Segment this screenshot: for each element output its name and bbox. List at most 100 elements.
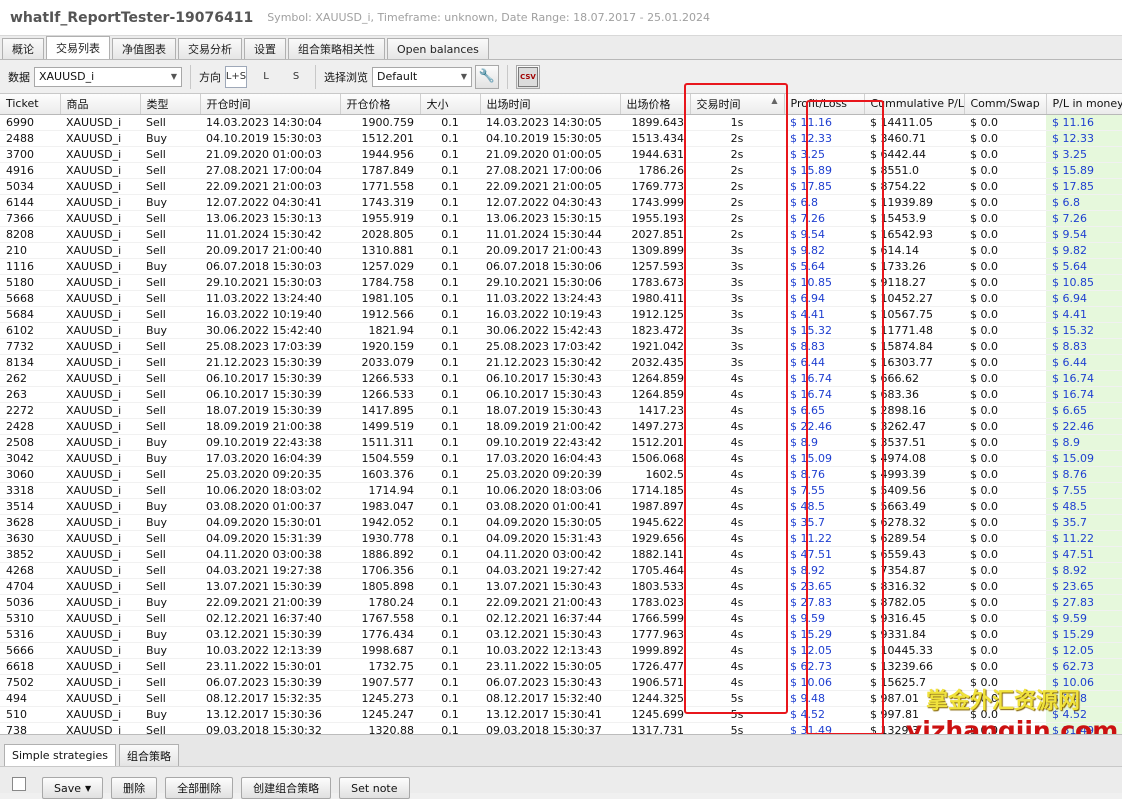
cell-ticket: 8134 xyxy=(0,354,60,370)
table-row[interactable]: 6990XAUUSD_iSell14.03.2023 14:30:041900.… xyxy=(0,114,1122,130)
cell-ticket: 510 xyxy=(0,706,60,722)
column-header-close-time[interactable]: 出场时间 xyxy=(480,94,620,114)
column-header-profit-loss[interactable]: Profit/Loss xyxy=(784,94,864,114)
cell-duration: 4s xyxy=(690,562,784,578)
cell-symbol: XAUUSD_i xyxy=(60,178,140,194)
cell-duration: 4s xyxy=(690,626,784,642)
table-row[interactable]: 7732XAUUSD_iSell25.08.2023 17:03:391920.… xyxy=(0,338,1122,354)
cell-profit-loss: $ 47.51 xyxy=(784,546,864,562)
table-row[interactable]: 3630XAUUSD_iSell04.09.2020 15:31:391930.… xyxy=(0,530,1122,546)
cell-cumulative-pl: $ 6559.43 xyxy=(864,546,964,562)
cell-symbol: XAUUSD_i xyxy=(60,546,140,562)
column-header-symbol[interactable]: 商品 xyxy=(60,94,140,114)
cell-size: 0.1 xyxy=(420,418,480,434)
table-row[interactable]: 3852XAUUSD_iSell04.11.2020 03:00:381886.… xyxy=(0,546,1122,562)
column-header-comm-swap[interactable]: Comm/Swap xyxy=(964,94,1046,114)
delete-all-button[interactable]: 全部删除 xyxy=(165,777,233,799)
table-row[interactable]: 1116XAUUSD_iBuy06.07.2018 15:30:031257.0… xyxy=(0,258,1122,274)
tab-open-balances[interactable]: Open balances xyxy=(387,38,489,59)
cell-open-price: 1907.577 xyxy=(340,674,420,690)
cell-cumulative-pl: $ 16303.77 xyxy=(864,354,964,370)
cell-duration: 4s xyxy=(690,594,784,610)
cell-close-price: 1921.042 xyxy=(620,338,690,354)
table-row[interactable]: 4916XAUUSD_iSell27.08.2021 17:00:041787.… xyxy=(0,162,1122,178)
cell-size: 0.1 xyxy=(420,706,480,722)
view-select[interactable]: Default ▼ xyxy=(372,67,472,87)
sort-ascending-icon[interactable]: ▲ xyxy=(771,96,777,105)
table-row[interactable]: 3628XAUUSD_iBuy04.09.2020 15:30:011942.0… xyxy=(0,514,1122,530)
table-row[interactable]: 2428XAUUSD_iSell18.09.2019 21:00:381499.… xyxy=(0,418,1122,434)
cell-ticket: 3700 xyxy=(0,146,60,162)
table-row[interactable]: 5666XAUUSD_iBuy10.03.2022 12:13:391998.6… xyxy=(0,642,1122,658)
tab-overview[interactable]: 概论 xyxy=(2,38,44,59)
table-row[interactable]: 2488XAUUSD_iBuy04.10.2019 15:30:031512.2… xyxy=(0,130,1122,146)
cell-profit-loss: $ 4.52 xyxy=(784,706,864,722)
tab-equity-chart[interactable]: 净值图表 xyxy=(112,38,176,59)
cell-ticket: 738 xyxy=(0,722,60,734)
column-header-size[interactable]: 大小 xyxy=(420,94,480,114)
cell-open-price: 1983.047 xyxy=(340,498,420,514)
table-row[interactable]: 6144XAUUSD_iBuy12.07.2022 04:30:411743.3… xyxy=(0,194,1122,210)
tab-trade-analysis[interactable]: 交易分析 xyxy=(178,38,242,59)
table-row[interactable]: 5036XAUUSD_iBuy22.09.2021 21:00:391780.2… xyxy=(0,594,1122,610)
cell-profit-loss: $ 8.92 xyxy=(784,562,864,578)
direction-long-button[interactable]: L xyxy=(255,66,277,88)
column-header-open-time[interactable]: 开仓时间 xyxy=(200,94,340,114)
tab-portfolio-strategies[interactable]: 组合策略 xyxy=(119,744,179,766)
column-header-close-price[interactable]: 出场价格 xyxy=(620,94,690,114)
cell-type: Buy xyxy=(140,706,200,722)
tab-portfolio-correlation[interactable]: 组合策略相关性 xyxy=(288,38,385,59)
column-header-duration[interactable]: 交易时间▲ xyxy=(690,94,784,114)
table-row[interactable]: 3318XAUUSD_iSell10.06.2020 18:03:021714.… xyxy=(0,482,1122,498)
table-row[interactable]: 5668XAUUSD_iSell11.03.2022 13:24:401981.… xyxy=(0,290,1122,306)
table-row[interactable]: 3700XAUUSD_iSell21.09.2020 01:00:031944.… xyxy=(0,146,1122,162)
table-row[interactable]: 5034XAUUSD_iSell22.09.2021 21:00:031771.… xyxy=(0,178,1122,194)
table-row[interactable]: 7366XAUUSD_iSell13.06.2023 15:30:131955.… xyxy=(0,210,1122,226)
tab-settings[interactable]: 设置 xyxy=(244,38,286,59)
cell-cumulative-pl: $ 14411.05 xyxy=(864,114,964,130)
table-row[interactable]: 263XAUUSD_iSell06.10.2017 15:30:391266.5… xyxy=(0,386,1122,402)
cell-cumulative-pl: $ 15874.84 xyxy=(864,338,964,354)
column-header-cumulative-pl[interactable]: Cummulative P/L xyxy=(864,94,964,114)
table-row[interactable]: 3514XAUUSD_iBuy03.08.2020 01:00:371983.0… xyxy=(0,498,1122,514)
table-row[interactable]: 6618XAUUSD_iSell23.11.2022 15:30:011732.… xyxy=(0,658,1122,674)
tab-simple-strategies[interactable]: Simple strategies xyxy=(4,744,116,766)
wrench-button[interactable]: 🔧 xyxy=(475,65,499,89)
delete-button[interactable]: 删除 xyxy=(111,777,157,799)
table-row[interactable]: 3060XAUUSD_iSell25.03.2020 09:20:351603.… xyxy=(0,466,1122,482)
column-header-type[interactable]: 类型 xyxy=(140,94,200,114)
export-csv-button[interactable]: CSV xyxy=(516,65,540,89)
table-row[interactable]: 5316XAUUSD_iBuy03.12.2021 15:30:391776.4… xyxy=(0,626,1122,642)
tab-trade-list[interactable]: 交易列表 xyxy=(46,36,110,59)
table-row[interactable]: 8208XAUUSD_iSell11.01.2024 15:30:422028.… xyxy=(0,226,1122,242)
cell-profit-loss: $ 48.5 xyxy=(784,498,864,514)
trade-table: Ticket商品类型开仓时间开仓价格大小出场时间出场价格交易时间▲Profit/… xyxy=(0,94,1122,734)
table-row[interactable]: 2508XAUUSD_iBuy09.10.2019 22:43:381511.3… xyxy=(0,434,1122,450)
table-row[interactable]: 4704XAUUSD_iSell13.07.2021 15:30:391805.… xyxy=(0,578,1122,594)
cell-profit-loss: $ 8.83 xyxy=(784,338,864,354)
table-row[interactable]: 262XAUUSD_iSell06.10.2017 15:30:391266.5… xyxy=(0,370,1122,386)
symbol-select[interactable]: XAUUSD_i ▼ xyxy=(34,67,182,87)
table-row[interactable]: 2272XAUUSD_iSell18.07.2019 15:30:391417.… xyxy=(0,402,1122,418)
table-row[interactable]: 3042XAUUSD_iBuy17.03.2020 16:04:391504.5… xyxy=(0,450,1122,466)
cell-close-time: 22.09.2021 21:00:05 xyxy=(480,178,620,194)
create-portfolio-button[interactable]: 创建组合策略 xyxy=(241,777,331,799)
table-row[interactable]: 5180XAUUSD_iSell29.10.2021 15:30:031784.… xyxy=(0,274,1122,290)
cell-close-time: 20.09.2017 21:00:43 xyxy=(480,242,620,258)
direction-short-button[interactable]: S xyxy=(285,66,307,88)
table-row[interactable]: 210XAUUSD_iSell20.09.2017 21:00:401310.8… xyxy=(0,242,1122,258)
set-note-button[interactable]: Set note xyxy=(339,777,409,799)
direction-long-short-button[interactable]: L+S xyxy=(225,66,247,88)
table-row[interactable]: 5684XAUUSD_iSell16.03.2022 10:19:401912.… xyxy=(0,306,1122,322)
table-row[interactable]: 8134XAUUSD_iSell21.12.2023 15:30:392033.… xyxy=(0,354,1122,370)
select-all-checkbox[interactable] xyxy=(12,777,26,791)
column-header-pl-money[interactable]: P/L in money xyxy=(1046,94,1122,114)
column-header-ticket[interactable]: Ticket xyxy=(0,94,60,114)
chevron-down-icon: ▼ xyxy=(171,72,177,81)
table-row[interactable]: 5310XAUUSD_iSell02.12.2021 16:37:401767.… xyxy=(0,610,1122,626)
save-button[interactable]: Save ▼ xyxy=(42,777,103,799)
table-row[interactable]: 6102XAUUSD_iBuy30.06.2022 15:42:401821.9… xyxy=(0,322,1122,338)
column-header-open-price[interactable]: 开仓价格 xyxy=(340,94,420,114)
table-row[interactable]: 4268XAUUSD_iSell04.03.2021 19:27:381706.… xyxy=(0,562,1122,578)
cell-pl-money: $ 17.85 xyxy=(1046,178,1122,194)
